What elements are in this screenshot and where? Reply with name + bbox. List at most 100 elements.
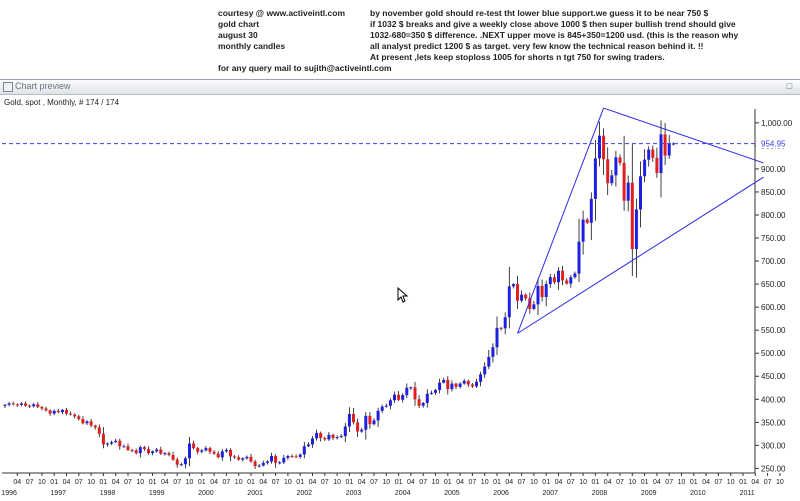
candle-body	[179, 464, 183, 466]
chart-info: Gold, spot , Monthly, # 174 / 174	[4, 98, 120, 107]
candle-body	[147, 449, 150, 454]
candle-body	[470, 384, 474, 387]
candle-body	[446, 379, 450, 390]
candle-body	[28, 405, 32, 407]
x-year-label: 2005	[444, 490, 460, 497]
y-tick-label: 850.00	[761, 188, 786, 197]
candle-body	[15, 404, 19, 406]
candle-body	[118, 440, 122, 447]
candle-body	[577, 241, 581, 274]
candle-body	[220, 451, 224, 458]
candle-body	[343, 426, 347, 437]
note-right-1: by november gold should re-test tht lowe…	[370, 8, 709, 18]
candle-body	[19, 403, 23, 405]
candle-body	[265, 461, 269, 463]
candle-body	[93, 425, 97, 428]
candle-body	[483, 366, 487, 375]
candle-body	[421, 402, 425, 406]
candle-body	[466, 380, 470, 385]
candle-body	[626, 182, 630, 201]
y-tick-label: 600.00	[761, 303, 786, 312]
x-year-label: 1997	[51, 490, 67, 497]
candle-body	[224, 449, 228, 452]
x-month-label: 01	[247, 479, 255, 486]
candle-body	[196, 448, 200, 452]
candle-body	[589, 198, 593, 223]
candle-body	[159, 449, 163, 454]
x-year-label: 2002	[297, 490, 313, 497]
maximize-icon[interactable]: □	[785, 82, 794, 91]
x-month-label: 01	[395, 479, 403, 486]
candle-body	[347, 414, 351, 427]
candle-body	[417, 399, 421, 406]
candle-body	[138, 447, 142, 454]
x-month-label: 04	[13, 479, 21, 486]
note-right-4: all analyst predict 1200 $ as target. ve…	[370, 41, 704, 51]
candle-body	[561, 270, 565, 281]
candle-body	[606, 159, 610, 184]
window-icon	[3, 82, 13, 92]
x-month-label: 04	[456, 479, 464, 486]
candle-body	[315, 432, 319, 439]
candle-body	[327, 434, 331, 440]
x-month-label: 10	[186, 479, 194, 486]
x-month-label: 04	[555, 479, 563, 486]
x-month-label: 10	[284, 479, 292, 486]
x-month-label: 07	[469, 479, 477, 486]
y-tick-label: 800.00	[761, 211, 786, 220]
candle-body	[487, 356, 491, 367]
candle-body	[11, 403, 15, 405]
x-month-label: 04	[358, 479, 366, 486]
candle-body	[544, 284, 548, 297]
candle-body	[294, 456, 298, 458]
candle-body	[208, 448, 212, 452]
x-year-label: 2010	[690, 490, 706, 497]
x-month-label: 01	[444, 479, 452, 486]
candle-body	[643, 159, 647, 177]
candle-body	[352, 414, 355, 423]
annotation-notes: courtesy @ www.activeintl.com gold chart…	[0, 0, 800, 78]
candle-body	[384, 405, 388, 407]
candle-body	[24, 403, 27, 406]
candle-body	[413, 387, 417, 400]
candle-body	[630, 182, 634, 250]
candle-body	[524, 294, 528, 299]
x-month-label: 10	[727, 479, 735, 486]
candle-body	[647, 149, 651, 160]
y-tick-label: 650.00	[761, 280, 786, 289]
x-month-label: 04	[505, 479, 513, 486]
candle-body	[261, 462, 265, 466]
candle-body	[532, 304, 536, 309]
x-month-label: 04	[751, 479, 759, 486]
candle-body	[634, 209, 638, 250]
window-titlebar[interactable]: Chart preview □	[0, 80, 800, 95]
candle-body	[425, 393, 429, 403]
candle-body	[286, 455, 290, 458]
candle-body	[409, 387, 413, 389]
mouse-cursor-icon	[397, 287, 409, 303]
y-tick-label: 450.00	[761, 372, 786, 381]
x-month-label: 07	[223, 479, 231, 486]
x-year-label: 2009	[641, 490, 657, 497]
candle-body	[200, 450, 204, 452]
x-month-label: 01	[592, 479, 600, 486]
x-month-label: 10	[530, 479, 538, 486]
candle-body	[142, 447, 146, 450]
x-month-label: 10	[136, 479, 144, 486]
note-right-2: if 1032 $ breaks and give a weekly close…	[370, 19, 736, 29]
x-month-label: 01	[641, 479, 649, 486]
candle-body	[655, 157, 659, 174]
x-month-label: 07	[272, 479, 280, 486]
candle-body	[302, 446, 306, 455]
candle-body	[573, 273, 577, 278]
candle-body	[540, 285, 544, 297]
x-month-label: 01	[690, 479, 698, 486]
x-month-label: 04	[407, 479, 415, 486]
note-left-2: gold chart	[218, 19, 260, 29]
candle-body	[659, 134, 663, 174]
x-year-label: 2001	[247, 490, 263, 497]
x-month-label: 01	[50, 479, 58, 486]
candle-body	[491, 347, 495, 357]
y-tick-label: 550.00	[761, 326, 786, 335]
candle-body	[298, 454, 302, 457]
